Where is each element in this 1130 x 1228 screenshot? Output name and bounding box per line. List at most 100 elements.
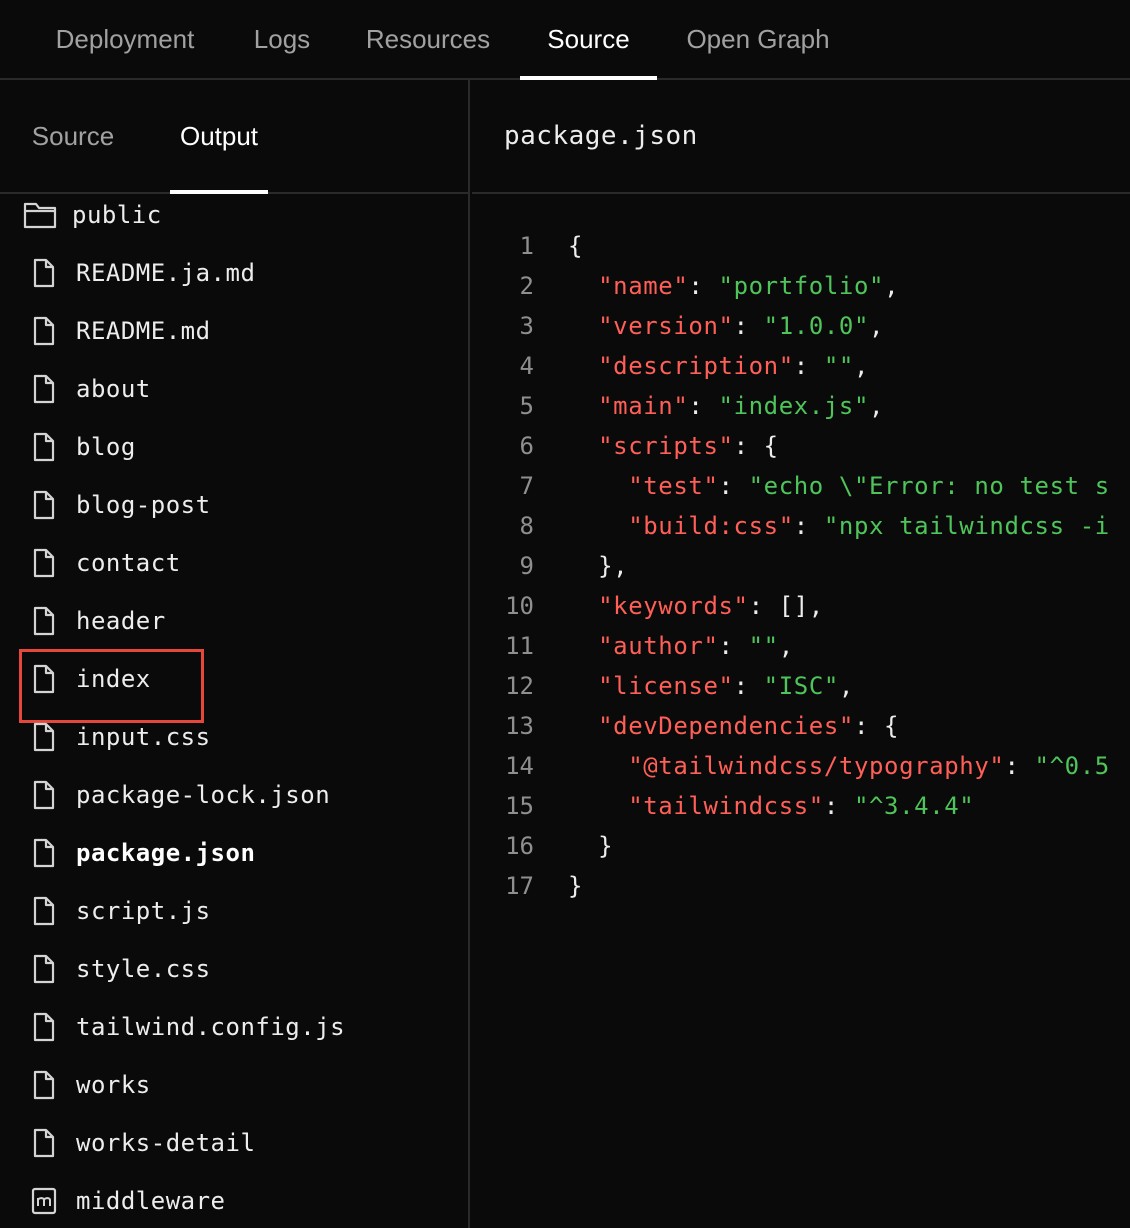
code-text: "main": "index.js", [568,392,884,420]
line-number: 6 [519,432,534,460]
json-punctuation: : [733,672,764,700]
line-number: 5 [519,392,534,420]
json-punctuation [568,472,628,500]
file-tree: public README.ja.md README.md about blog blog… [0,186,468,1228]
file-tree-item[interactable]: blog [0,418,468,476]
json-punctuation [568,672,598,700]
file-tree-item-label: works [76,1071,151,1099]
json-key: "test" [628,472,719,500]
line-number: 15 [505,792,534,820]
file-tree-item[interactable]: style.css [0,940,468,998]
line-number: 9 [519,552,534,580]
tab-open-graph[interactable]: Open Graph [664,0,852,78]
code-line: 10 "keywords": [], [472,586,1130,626]
line-number: 14 [505,752,534,780]
json-punctuation: : [688,392,719,420]
json-string: "^3.4.4" [853,792,975,820]
json-key: "version" [598,312,734,340]
file-icon [30,548,58,578]
file-tree-item[interactable]: blog-post [0,476,468,534]
json-punctuation [568,512,628,540]
json-string: "" [823,352,854,380]
line-number: 2 [519,272,534,300]
file-tree-item-label: middleware [76,1187,226,1215]
file-tree-item[interactable]: README.ja.md [0,244,468,302]
code-line: 14 "@tailwindcss/typography": "^0.5 [472,746,1130,786]
json-key: "tailwindcss" [628,792,824,820]
code-line: 9 }, [472,546,1130,586]
json-punctuation [568,632,598,660]
file-icon [30,490,58,520]
json-punctuation [568,352,598,380]
file-tree-item[interactable]: contact [0,534,468,592]
json-punctuation: : [733,312,764,340]
json-string: "npx tailwindcss -i [823,512,1110,540]
code-text: { [568,232,583,260]
code-line: 1{ [472,226,1130,266]
file-icon [30,780,58,810]
file-tree-item[interactable]: works-detail [0,1114,468,1172]
json-punctuation: , [869,312,885,340]
code-line: 5 "main": "index.js", [472,386,1130,426]
code-line: 16 } [472,826,1130,866]
file-tree-item[interactable]: script.js [0,882,468,940]
json-punctuation: , [853,352,870,380]
tab-deployment[interactable]: Deployment [28,0,222,78]
file-tree-item[interactable]: header [0,592,468,650]
sidebar-tab-source[interactable]: Source [14,80,132,192]
json-punctuation: : { [733,432,779,460]
file-tree-item[interactable]: about [0,360,468,418]
file-tree-item-label: public [72,201,162,229]
code-line: 12 "license": "ISC", [472,666,1130,706]
file-icon [30,896,58,926]
tab-resources[interactable]: Resources [344,0,512,78]
line-number: 3 [519,312,534,340]
file-tree-item[interactable]: package-lock.json [0,766,468,824]
open-file-name: package.json [504,121,698,151]
sidebar-tab-output[interactable]: Output [170,80,268,194]
file-tree-item[interactable]: index [0,649,468,723]
file-tree-item[interactable]: input.css [0,708,468,766]
json-punctuation: : [793,352,824,380]
file-tree-item-label: style.css [76,955,211,983]
json-punctuation: : [], [748,592,824,620]
code-viewer[interactable]: 1{2 "name": "portfolio", 3 "version": "1.… [472,226,1130,1226]
line-number: 13 [505,712,534,740]
code-text: "test": "echo \"Error: no test s [568,472,1110,500]
json-string: "^0.5 [1034,752,1110,780]
json-punctuation: : [823,792,854,820]
json-key: "name" [598,272,689,300]
file-icon [30,1012,58,1042]
line-number: 16 [505,832,534,860]
line-number: 12 [505,672,534,700]
file-tree-item-label: about [76,375,151,403]
file-sidebar: Source Output public README.ja.md README.m… [0,80,470,1228]
code-text: "devDependencies": { [568,712,899,740]
line-number: 7 [519,472,534,500]
file-tree-item[interactable]: middleware [0,1172,468,1228]
json-punctuation [568,792,628,820]
json-punctuation: : [688,272,719,300]
file-tree-item[interactable]: README.md [0,302,468,360]
tab-logs[interactable]: Logs [236,0,328,78]
tab-source[interactable]: Source [520,0,657,80]
file-tree-item-label: README.ja.md [76,259,256,287]
json-punctuation: : [793,512,824,540]
line-number: 10 [505,592,534,620]
file-tree-item[interactable]: works [0,1056,468,1114]
json-key: "devDependencies" [598,712,854,740]
json-punctuation: : [718,472,749,500]
file-icon [30,374,58,404]
file-tree-item-label: package-lock.json [76,781,331,809]
line-number: 4 [519,352,534,380]
json-punctuation: , [869,392,885,420]
json-punctuation [568,272,598,300]
file-tree-item[interactable]: package.json [0,824,468,882]
file-icon [30,722,58,752]
code-text: "name": "portfolio", [568,272,899,300]
file-icon [30,606,58,636]
file-tree-item[interactable]: public [0,186,468,244]
line-number: 1 [519,232,534,260]
file-tree-item[interactable]: tailwind.config.js [0,998,468,1056]
json-key: "license" [598,672,734,700]
